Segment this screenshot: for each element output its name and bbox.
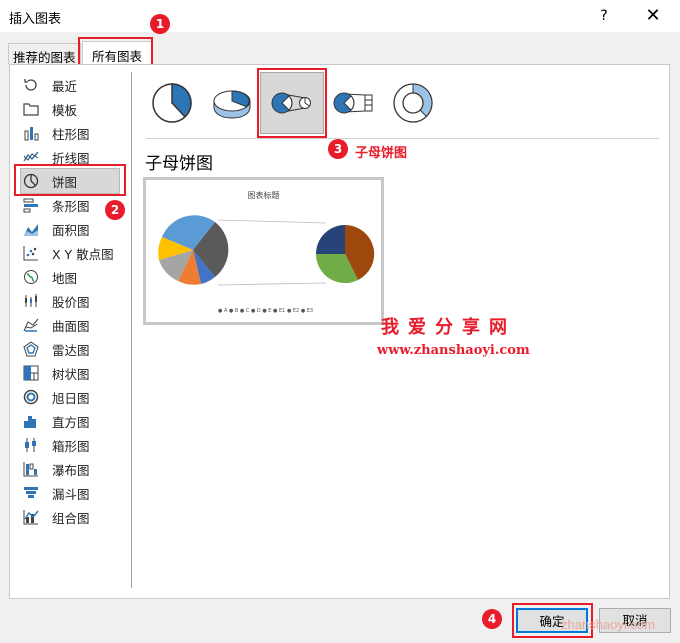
sidebar-item-surface[interactable]: 曲面图 [22, 314, 120, 336]
sidebar-item-line[interactable]: 折线图 [22, 146, 120, 168]
sidebar-item-label: 地图 [52, 270, 78, 286]
sidebar-item-bar[interactable]: 条形图 [22, 194, 120, 216]
variant-doughnut[interactable] [381, 72, 445, 134]
step-badge-3: 3 [328, 139, 348, 159]
sidebar-item-label: 直方图 [52, 414, 90, 430]
tab-recommended-charts[interactable]: 推荐的图表 [8, 43, 81, 65]
pie-chart-icon [22, 172, 40, 190]
sidebar-item-funnel[interactable]: 漏斗图 [22, 482, 120, 504]
sidebar-item-label: 最近 [52, 78, 78, 94]
stock-chart-icon [22, 292, 40, 310]
annotation-note-3: 子母饼图 [355, 146, 408, 161]
sidebar-item-pie[interactable]: 饼图 [22, 170, 120, 192]
sidebar-item-label: 雷达图 [52, 342, 90, 358]
watermark-corner: zhanshaoyi.com [561, 617, 655, 632]
area-chart-icon [22, 220, 40, 238]
sidebar-item-label: 箱形图 [52, 438, 90, 454]
sidebar-item-stock[interactable]: 股价图 [22, 290, 120, 312]
boxwhisker-chart-icon [22, 436, 40, 454]
sidebar-item-radar[interactable]: 雷达图 [22, 338, 120, 360]
histogram-chart-icon [22, 412, 40, 430]
sidebar-item-sunburst[interactable]: 旭日图 [22, 386, 120, 408]
radar-chart-icon [22, 340, 40, 358]
recent-icon [22, 76, 40, 94]
preview-pie-of-pie-graphic [158, 215, 375, 286]
sidebar-item-recent[interactable]: 最近 [22, 74, 120, 96]
sidebar-item-label: 饼图 [52, 174, 78, 190]
line-chart-icon [22, 148, 40, 166]
variant-bar-of-pie[interactable] [322, 72, 386, 134]
chart-subtype-title: 子母饼图 [145, 154, 213, 174]
scatter-chart-icon [22, 244, 40, 262]
sidebar-item-template[interactable]: 模板 [22, 98, 120, 120]
variant-3d-pie[interactable] [200, 72, 264, 134]
map-chart-icon [22, 268, 40, 286]
sidebar-item-label: 条形图 [52, 198, 90, 214]
help-button[interactable]: ? [594, 5, 614, 27]
sidebar-item-histogram[interactable]: 直方图 [22, 410, 120, 432]
bar-of-pie-variant-icon [333, 92, 373, 114]
sidebar-item-label: 树状图 [52, 366, 90, 382]
sidebar-item-label: 柱形图 [52, 126, 90, 142]
window-title: 插入图表 [9, 12, 62, 27]
sunburst-chart-icon [22, 388, 40, 406]
variant-pie[interactable] [140, 72, 204, 134]
pie-3d-variant-icon [213, 90, 251, 119]
step-badge-1: 1 [150, 14, 170, 34]
sidebar-item-scatter[interactable]: X Y 散点图 [22, 242, 120, 264]
surface-chart-icon [22, 316, 40, 334]
sidebar-item-label: X Y 散点图 [52, 246, 114, 262]
sidebar-item-label: 面积图 [52, 222, 90, 238]
highlight-box-tab [78, 37, 153, 66]
highlight-box-variant [257, 68, 327, 138]
sidebar-item-column[interactable]: 柱形图 [22, 122, 120, 144]
sidebar-item-waterfall[interactable]: 瀑布图 [22, 458, 120, 480]
sidebar-item-area[interactable]: 面积图 [22, 218, 120, 240]
sidebar-item-label: 组合图 [52, 510, 90, 526]
sidebar-item-label: 瀑布图 [52, 462, 90, 478]
combo-chart-icon [22, 508, 40, 526]
bar-chart-icon [22, 196, 40, 214]
pie-variant-icon [152, 83, 192, 123]
watermark-url: www.zhanshaoyi.com [377, 343, 530, 358]
treemap-chart-icon [22, 364, 40, 382]
sidebar-item-label: 旭日图 [52, 390, 90, 406]
waterfall-chart-icon [22, 460, 40, 478]
sidebar-item-combo[interactable]: 组合图 [22, 506, 120, 528]
preview-legend: ● A ● B ● C ● D ● E ● E1 ● E2 ● E3 [218, 308, 314, 314]
funnel-chart-icon [22, 484, 40, 502]
chart-preview[interactable]: 图表标题 ● A ● B ● C ● D ● E ● E1 ● E2 ● E3 [143, 177, 384, 325]
sidebar-item-treemap[interactable]: 树状图 [22, 362, 120, 384]
sidebar-item-label: 模板 [52, 102, 78, 118]
watermark-title: 我爱分享网 [381, 317, 516, 338]
sidebar-item-label: 曲面图 [52, 318, 90, 334]
sidebar-item-boxwhisker[interactable]: 箱形图 [22, 434, 120, 456]
sidebar-item-label: 漏斗图 [52, 486, 90, 502]
sidebar-item-label: 折线图 [52, 150, 90, 166]
step-badge-4: 4 [482, 609, 502, 629]
doughnut-variant-icon [393, 83, 433, 123]
column-chart-icon [22, 124, 40, 142]
title-bar [0, 0, 680, 32]
variants-separator [146, 138, 659, 139]
template-icon [22, 100, 40, 118]
sidebar-item-map[interactable]: 地图 [22, 266, 120, 288]
close-button[interactable]: ✕ [641, 4, 665, 28]
panel-divider [131, 72, 132, 588]
sidebar-item-label: 股价图 [52, 294, 90, 310]
